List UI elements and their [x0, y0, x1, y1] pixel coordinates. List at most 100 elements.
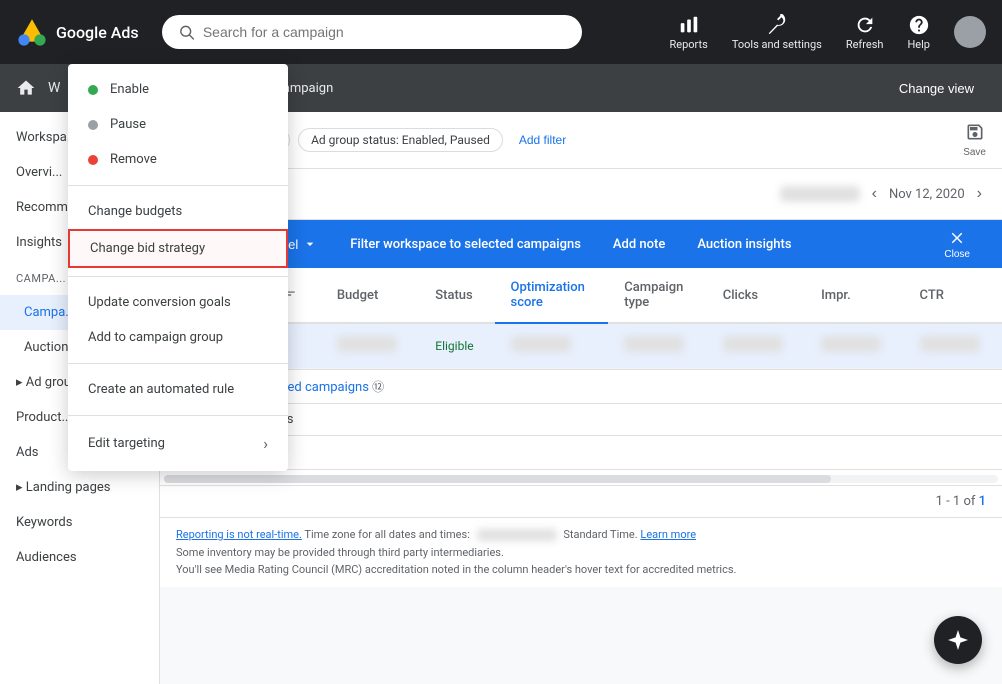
footer-timezone-text: Time zone for all dates and times:: [304, 528, 469, 541]
home-icon[interactable]: [16, 78, 36, 98]
menu-item-enable[interactable]: Enable: [68, 72, 288, 107]
top-header: Google Ads Reports Tools and settings: [0, 0, 1002, 64]
pagination-text: 1 - 1 of 1: [936, 494, 986, 509]
opt-score-cell: [495, 323, 609, 369]
menu-item-remove[interactable]: Remove: [68, 142, 288, 177]
update-conversion-label: Update conversion goals: [88, 295, 231, 310]
status-cell: Eligible: [419, 323, 494, 369]
pause-status-dot: [88, 120, 98, 130]
auction-insights-text[interactable]: Auction insights: [681, 237, 807, 252]
menu-divider-4: [68, 415, 288, 416]
help-icon-removed[interactable]: ⑫: [372, 380, 384, 394]
remove-status-dot: [88, 155, 98, 165]
campaign-type-value: [624, 336, 684, 352]
budget-col-header[interactable]: Budget: [321, 268, 419, 323]
avatar[interactable]: [954, 16, 986, 48]
targeting-arrow-icon: ›: [263, 434, 268, 453]
date-range: Nov 12, 2020: [889, 187, 965, 202]
close-button[interactable]: Close: [928, 229, 986, 260]
ctr-value: [920, 336, 980, 352]
footer-line3: You'll see Media Rating Council (MRC) ac…: [176, 561, 986, 579]
save-icon-button[interactable]: Save: [963, 122, 986, 158]
google-ads-logo: [16, 16, 48, 48]
add-note-text[interactable]: Add note: [597, 237, 681, 252]
filter-chip-adgroup-status[interactable]: Ad group status: Enabled, Paused: [298, 128, 503, 152]
reporting-link[interactable]: Reporting is not real-time.: [176, 528, 302, 541]
dropdown-menu: Enable Pause Remove Change budgets Chang…: [68, 64, 288, 471]
sidebar-item-keywords[interactable]: Keywords: [0, 505, 159, 540]
remove-label: Remove: [110, 152, 157, 167]
table-date-nav: ‹ Nov 12, 2020 ›: [780, 181, 986, 207]
close-icon: [948, 229, 966, 247]
ctr-col-header[interactable]: CTR: [904, 268, 1002, 323]
search-icon: [178, 23, 195, 41]
enable-status-dot: [88, 85, 98, 95]
bar-chart-icon: [678, 14, 700, 36]
close-label: Close: [944, 249, 970, 260]
logo-area: Google Ads: [16, 16, 146, 48]
ai-button[interactable]: [934, 616, 982, 664]
pagination-bar: 1 - 1 of 1: [160, 485, 1002, 517]
menu-item-update-conversion[interactable]: Update conversion goals: [68, 285, 288, 320]
filter-workspace-text: Filter workspace to selected campaigns: [334, 237, 597, 252]
refresh-button[interactable]: Refresh: [846, 14, 884, 51]
help-button[interactable]: Help: [907, 14, 930, 51]
clicks-cell: [707, 323, 805, 369]
search-bar[interactable]: [162, 15, 582, 49]
menu-item-change-bid-strategy[interactable]: Change bid strategy: [68, 229, 288, 268]
customer-label: [780, 186, 860, 202]
tools-icon: [766, 14, 788, 36]
help-icon: [908, 14, 930, 36]
menu-item-pause[interactable]: Pause: [68, 107, 288, 142]
change-view-button[interactable]: Change view: [887, 75, 986, 102]
footer-line1: Reporting is not real-time. Time zone fo…: [176, 526, 986, 544]
next-date-button[interactable]: ›: [973, 181, 986, 207]
footer-line2: Some inventory may be provided through t…: [176, 544, 986, 562]
menu-divider-1: [68, 185, 288, 186]
sidebar-item-audiences[interactable]: Audiences: [0, 540, 159, 575]
campaign-type-cell: [608, 323, 706, 369]
tools-button[interactable]: Tools and settings: [732, 14, 822, 51]
scrollbar-area: [160, 469, 1002, 485]
pause-label: Pause: [110, 117, 146, 132]
account-initial: W: [48, 80, 60, 96]
menu-item-change-budgets[interactable]: Change budgets: [68, 194, 288, 229]
edit-targeting-label: Edit targeting: [88, 436, 165, 451]
menu-divider-3: [68, 363, 288, 364]
menu-item-edit-targeting[interactable]: Edit targeting ›: [68, 424, 288, 463]
campaign-type-col-header[interactable]: Campaigntype: [608, 268, 706, 323]
opt-score-col-header[interactable]: Optimizationscore: [495, 268, 609, 323]
app-title: Google Ads: [56, 23, 139, 42]
reports-button[interactable]: Reports: [670, 14, 708, 51]
clicks-col-header[interactable]: Clicks: [707, 268, 805, 323]
footer: Reporting is not real-time. Time zone fo…: [160, 517, 1002, 587]
menu-item-add-campaign-group[interactable]: Add to campaign group: [68, 320, 288, 355]
add-campaign-group-label: Add to campaign group: [88, 330, 223, 345]
menu-divider-2: [68, 276, 288, 277]
header-icons: Reports Tools and settings Refresh Help: [670, 14, 987, 51]
timezone-blurred: [477, 529, 557, 541]
automated-rule-label: Create an automated rule: [88, 382, 234, 397]
help-label: Help: [907, 38, 930, 51]
change-budgets-label: Change budgets: [88, 204, 182, 219]
search-input[interactable]: [203, 24, 566, 40]
clicks-value: [723, 336, 783, 352]
prev-date-button[interactable]: ‹: [868, 181, 881, 207]
add-filter-button[interactable]: Add filter: [511, 129, 574, 151]
sidebar-item-landing-pages[interactable]: ▸ Landing pages: [0, 470, 159, 505]
tools-label: Tools and settings: [732, 38, 822, 51]
impr-value: [821, 336, 881, 352]
reports-label: Reports: [670, 38, 708, 51]
status-col-header[interactable]: Status: [419, 268, 494, 323]
save-icon: [965, 122, 985, 142]
ctr-cell: [904, 323, 1002, 369]
menu-item-automated-rule[interactable]: Create an automated rule: [68, 372, 288, 407]
scrollbar-thumb[interactable]: [164, 475, 831, 483]
learn-more-link[interactable]: Learn more: [640, 528, 696, 541]
impr-col-header[interactable]: Impr.: [805, 268, 903, 323]
refresh-label: Refresh: [846, 38, 884, 51]
label-dropdown-icon: [302, 236, 318, 252]
budget-value: [337, 336, 397, 352]
sparkle-icon: [946, 628, 970, 652]
budget-cell: [321, 323, 419, 369]
